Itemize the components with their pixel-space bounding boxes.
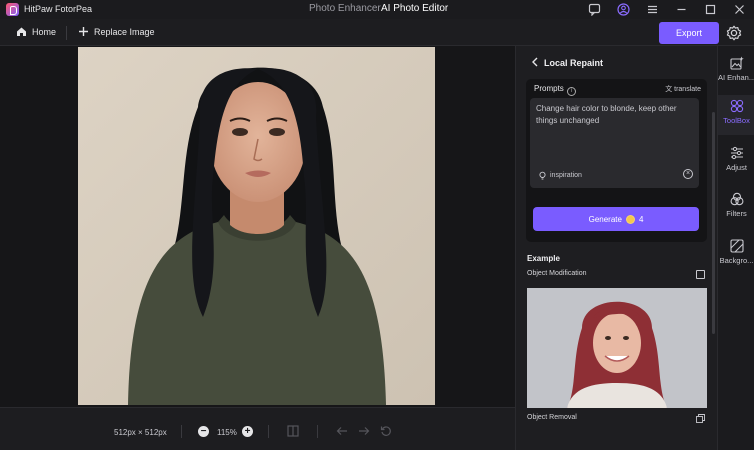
export-button[interactable]: Export xyxy=(659,22,719,44)
panel-title: Local Repaint xyxy=(544,58,604,68)
toolbox-icon xyxy=(730,99,743,113)
image-dimensions: 512px × 512px xyxy=(114,428,167,437)
generate-label: Generate xyxy=(588,214,622,224)
coin-icon xyxy=(625,214,635,224)
inspiration-button[interactable]: inspiration xyxy=(538,171,582,180)
prompts-label: Prompts i xyxy=(534,84,576,96)
toolbar: Home Replace Image xyxy=(0,19,754,46)
bottom-divider xyxy=(268,425,269,438)
tab-ai-photo-editor[interactable]: AI Photo Editor xyxy=(381,3,448,14)
bottom-bar: 512px × 512px − 115% + xyxy=(0,407,515,450)
prompt-card: Prompts i 文 translate Change hair color t… xyxy=(526,79,707,242)
example-object-removal-label: Object Removal xyxy=(527,414,577,421)
generate-button[interactable]: Generate 4 xyxy=(533,207,699,231)
zoom-out-button[interactable]: − xyxy=(198,426,209,437)
plus-icon xyxy=(79,27,88,36)
example-object-modification-label: Object Modification xyxy=(527,270,587,277)
rail-item-ai-enhance[interactable]: AI Enhan... xyxy=(718,52,754,92)
background-icon xyxy=(729,239,744,253)
minimize-icon[interactable] xyxy=(675,3,688,16)
account-icon[interactable] xyxy=(617,3,630,16)
copy-icon[interactable] xyxy=(696,270,705,279)
editor-canvas[interactable] xyxy=(0,46,515,407)
home-label: Home xyxy=(32,26,57,37)
generate-cost: 4 xyxy=(638,214,644,224)
panel-scrollbar[interactable] xyxy=(712,112,715,334)
filters-icon xyxy=(730,192,743,206)
reset-icon[interactable] xyxy=(380,425,392,439)
lightbulb-icon xyxy=(539,171,546,180)
copy-icon[interactable] xyxy=(696,414,705,423)
translate-button[interactable]: 文 translate xyxy=(665,84,701,94)
home-icon xyxy=(17,27,26,36)
replace-image-label: Replace Image xyxy=(94,26,155,37)
portrait-photo[interactable] xyxy=(78,47,435,405)
home-button[interactable]: Home xyxy=(16,26,56,37)
prompt-input[interactable]: Change hair color to blonde, keep other … xyxy=(530,98,699,188)
tab-photo-enhancer[interactable]: Photo Enhancer xyxy=(309,3,381,14)
example-image[interactable] xyxy=(527,288,707,408)
clear-icon[interactable]: × xyxy=(683,169,693,179)
compare-icon[interactable] xyxy=(287,425,299,439)
rail-item-toolbox[interactable]: ToolBox xyxy=(718,95,754,135)
info-icon[interactable]: i xyxy=(566,87,576,96)
bottom-divider xyxy=(317,425,318,438)
chat-icon[interactable] xyxy=(588,3,601,17)
settings-icon[interactable] xyxy=(725,24,743,42)
close-icon[interactable] xyxy=(733,3,746,16)
back-chevron-icon[interactable] xyxy=(531,57,540,67)
menu-icon[interactable] xyxy=(646,3,659,16)
undo-arrow-icon[interactable] xyxy=(336,425,348,439)
redo-arrow-icon[interactable] xyxy=(358,425,370,439)
rail-item-adjust[interactable]: Adjust xyxy=(718,142,754,182)
rail-item-filters[interactable]: Filters xyxy=(718,188,754,228)
translate-icon: 文 xyxy=(665,86,673,93)
prompt-text[interactable]: Change hair color to blonde, keep other … xyxy=(536,103,694,127)
rail-item-background[interactable]: Backgro... xyxy=(718,235,754,275)
maximize-icon[interactable] xyxy=(704,3,717,16)
example-heading: Example xyxy=(527,254,560,263)
side-rail: AI Enhan... ToolBox Adjust Filters Backg… xyxy=(717,46,754,450)
local-repaint-panel: Local Repaint Prompts i 文 translate Chang… xyxy=(515,46,717,450)
zoom-level: 115% xyxy=(217,428,237,437)
title-bar: HitPaw FotorPea Photo Enhancer AI Photo … xyxy=(0,0,754,19)
toolbar-divider xyxy=(66,26,67,40)
adjust-icon xyxy=(730,146,743,160)
ai-enhance-icon xyxy=(729,56,744,70)
bottom-divider xyxy=(181,425,182,438)
app-name: HitPaw FotorPea xyxy=(24,4,93,14)
app-logo-icon xyxy=(6,3,19,16)
replace-image-button[interactable]: Replace Image xyxy=(78,26,155,37)
zoom-in-button[interactable]: + xyxy=(242,426,253,437)
